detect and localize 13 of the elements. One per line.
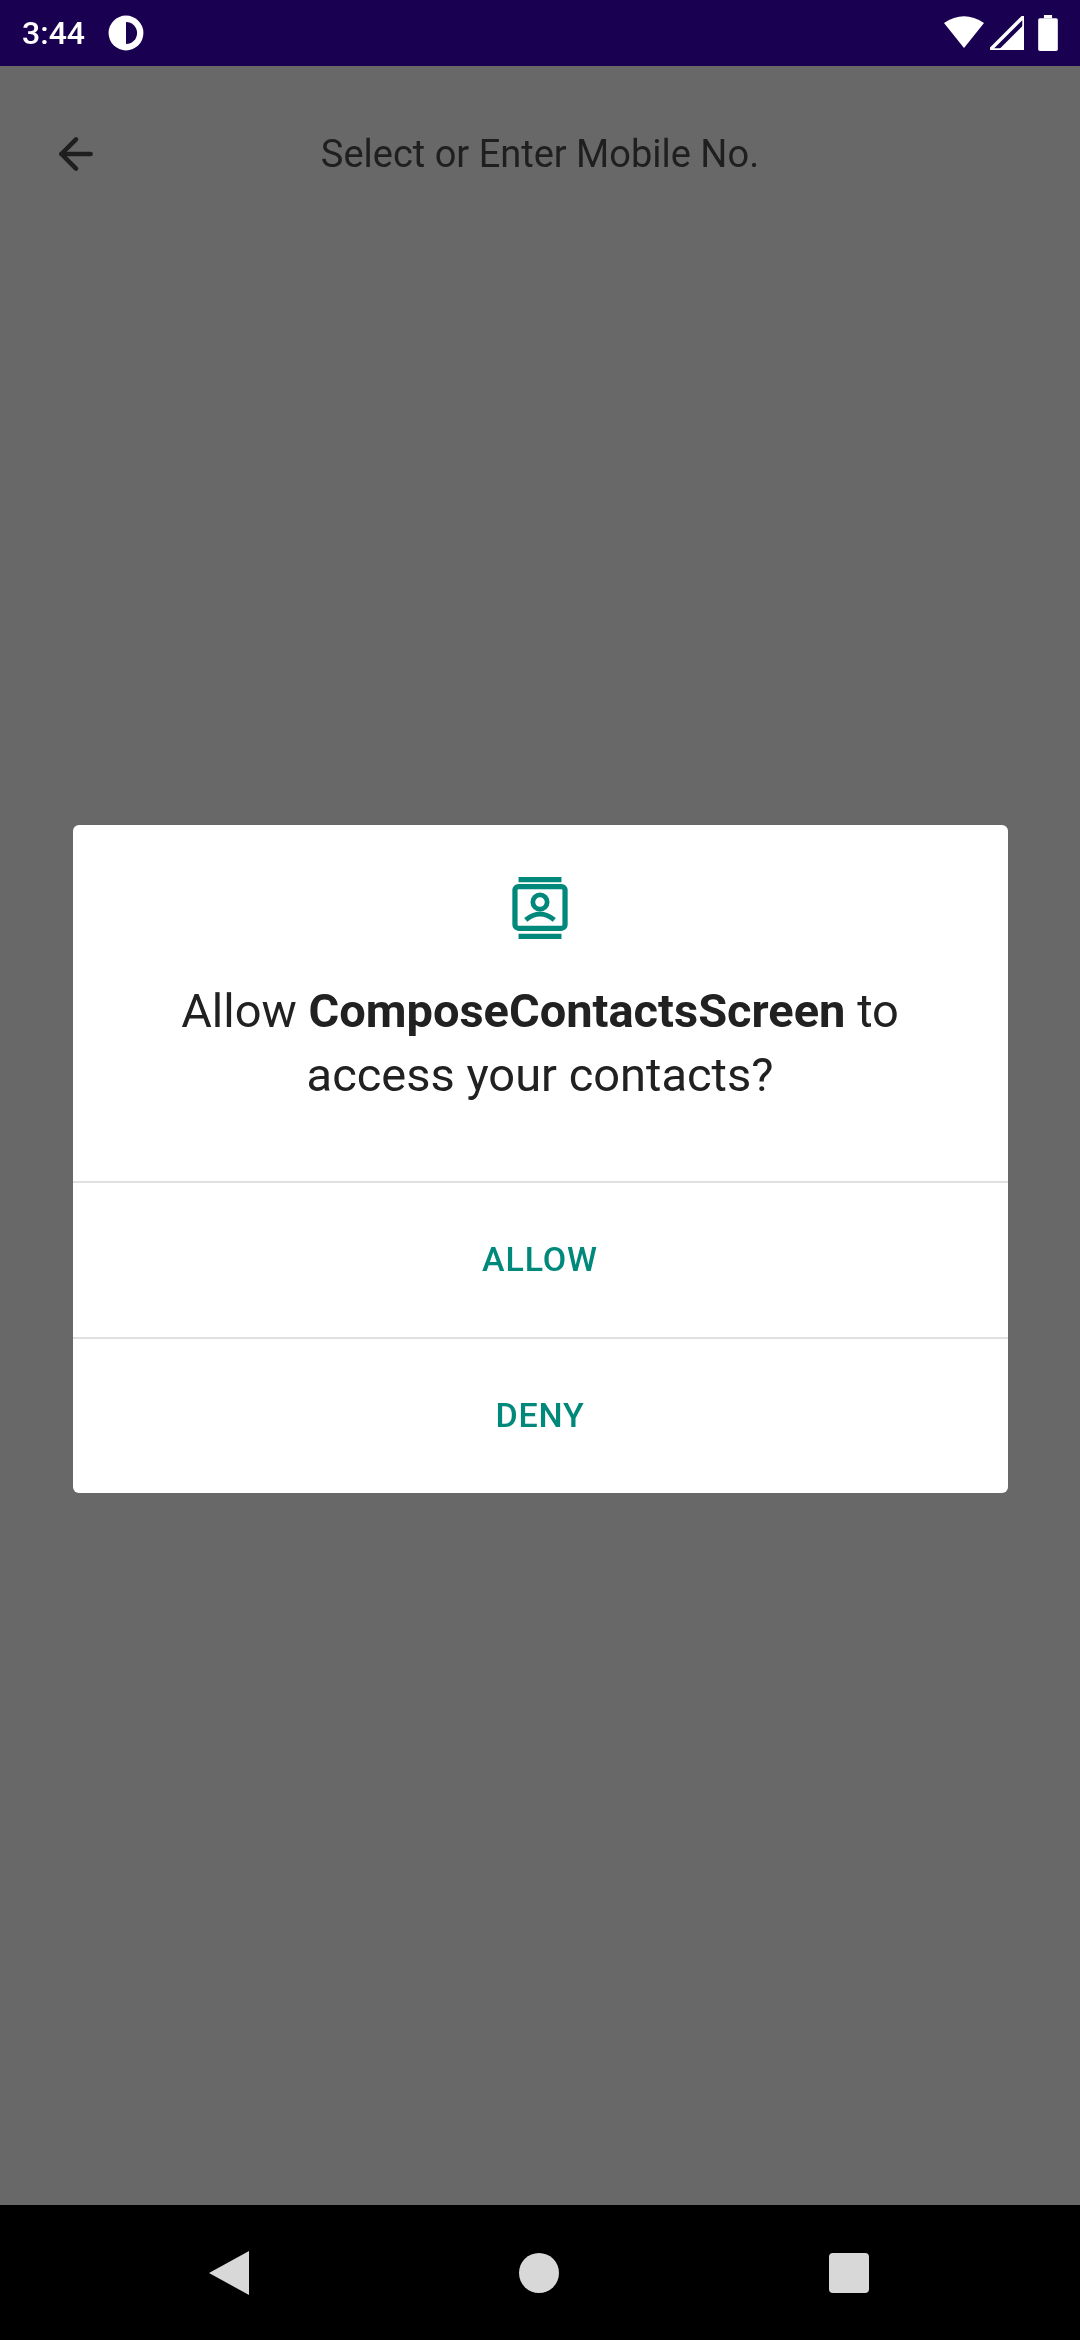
recents-nav-icon[interactable] — [829, 2252, 869, 2293]
status-time: 3:44 — [22, 13, 85, 54]
battery-icon — [1038, 15, 1058, 51]
notification-icon — [107, 14, 145, 52]
permission-message: Allow ComposeContactsScreen to access your contacts? — [180, 981, 900, 1104]
dialog-button[interactable]: ALLOW — [72, 1180, 1008, 1337]
back-nav-icon[interactable] — [209, 2250, 249, 2295]
wifi-icon — [944, 16, 984, 50]
contacts-icon — [511, 876, 569, 939]
app-bar-title: Select or Enter Mobile No. — [320, 130, 760, 178]
signal-icon — [990, 16, 1024, 50]
home-nav-icon[interactable] — [519, 2252, 559, 2293]
dialog-button[interactable]: DENY — [72, 1336, 1008, 1493]
